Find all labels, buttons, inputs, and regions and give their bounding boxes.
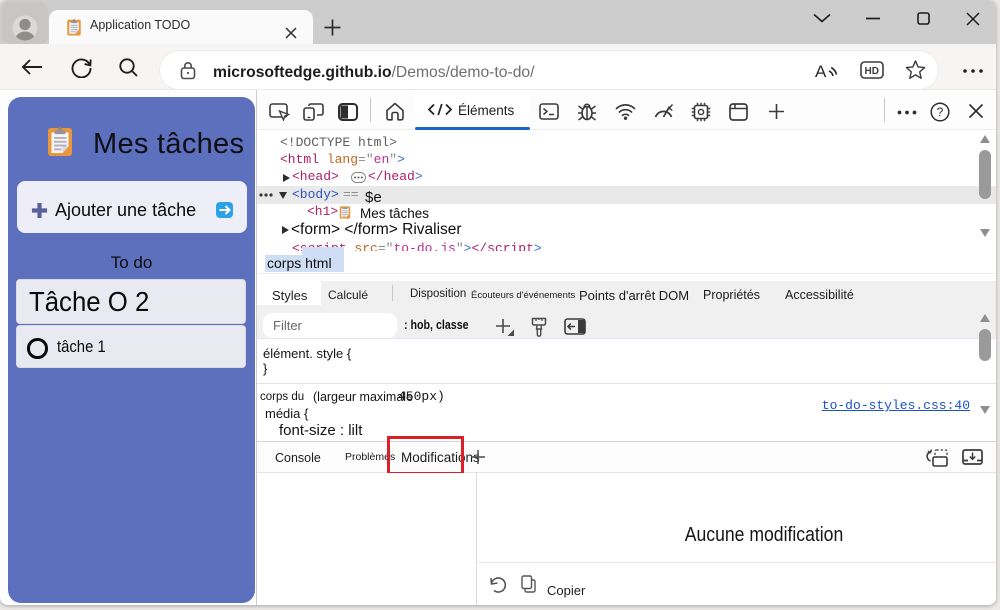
svg-text:HD: HD	[865, 66, 879, 77]
svg-text:A: A	[815, 62, 827, 81]
svg-text:?: ?	[937, 105, 944, 119]
